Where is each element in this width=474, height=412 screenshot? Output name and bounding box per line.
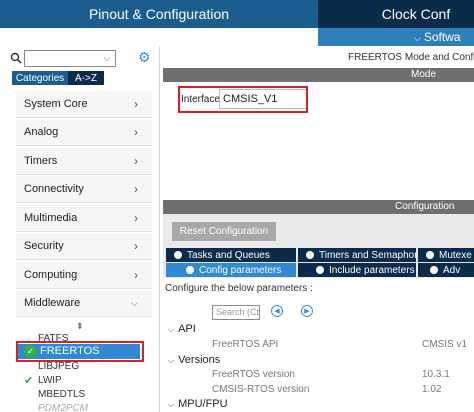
categories-button[interactable]: Categories: [12, 71, 68, 85]
category-label: System Core: [24, 98, 88, 110]
category-label: Multimedia: [24, 212, 78, 224]
chevron-right-icon: ›: [134, 125, 138, 139]
chevron-right-icon: ›: [134, 211, 138, 225]
parameter-search-input[interactable]: Search (Ctrl+F): [212, 305, 260, 320]
dot-icon: [174, 251, 182, 259]
dot-icon: [430, 266, 438, 274]
checkmark-icon: ✔: [24, 375, 34, 387]
tab-tasks-and-queues[interactable]: Tasks and Queues: [166, 248, 296, 262]
dot-icon: [186, 266, 194, 274]
search-icon: [10, 52, 22, 64]
category-label: Security: [24, 240, 64, 252]
category-system-core[interactable]: System Core ›: [16, 91, 152, 118]
mode-panel-title: FREERTOS Mode and Configur: [348, 52, 474, 63]
chevron-down-icon: ⌵: [131, 298, 138, 308]
parameter-name: CMSIS-RTOS version: [212, 384, 310, 395]
category-label: Timers: [24, 155, 58, 167]
category-timers[interactable]: Timers ›: [16, 148, 152, 175]
parameter-value[interactable]: CMSIS v1: [422, 339, 467, 350]
chevron-right-icon: ›: [134, 97, 138, 111]
section-versions[interactable]: ⌵ Versions: [168, 354, 220, 366]
parameter-name: FreeRTOS API: [212, 339, 279, 350]
search-placeholder: Search (Ctrl+F): [216, 307, 260, 317]
next-result-icon[interactable]: ▶: [301, 305, 313, 317]
category-label: Analog: [24, 126, 59, 138]
parameter-value: 1.02: [422, 384, 442, 395]
chevron-right-icon: ›: [134, 268, 138, 282]
middleware-item-lwip[interactable]: LWIP: [38, 375, 62, 386]
category-multimedia[interactable]: Multimedia ›: [16, 205, 152, 232]
category-connectivity[interactable]: Connectivity ›: [16, 176, 152, 203]
tab-config-parameters[interactable]: Config parameters: [166, 263, 296, 277]
category-label: Computing: [24, 269, 78, 281]
tab-advanced-settings[interactable]: Adv: [418, 263, 474, 277]
reset-configuration-button[interactable]: Reset Configuration: [172, 222, 276, 241]
chevron-right-icon: ›: [134, 154, 138, 168]
parameters-caption: Configure the below parameters :: [165, 283, 313, 294]
a-z-button[interactable]: A->Z: [68, 71, 104, 85]
tab-label: Include parameters: [329, 264, 415, 276]
tab-timers-and-semaphores[interactable]: Timers and Semaphores: [298, 248, 416, 262]
tab-label: Timers and Semaphores: [319, 249, 416, 261]
section-label: API: [178, 323, 196, 335]
middleware-item-libjpeg[interactable]: LIBJPEG: [38, 361, 79, 372]
category-middleware[interactable]: Middleware ⌵: [16, 290, 152, 317]
software-packs-menu[interactable]: ⌵ Softwa: [318, 28, 474, 46]
middleware-item-pdm2pcm[interactable]: PDM2PCM: [38, 403, 88, 412]
category-label: Middleware: [24, 297, 81, 309]
previous-result-icon[interactable]: ◀: [271, 305, 283, 317]
parameter-name: FreeRTOS version: [212, 369, 295, 380]
middleware-item-mbedtls[interactable]: MBEDTLS: [38, 389, 85, 400]
section-label: Versions: [178, 354, 221, 366]
section-mpu-fpu[interactable]: ⌵ MPU/FPU: [168, 398, 228, 410]
tab-mutexes[interactable]: Mutexe: [418, 248, 474, 262]
tab-pinout-configuration[interactable]: Pinout & Configuration: [0, 0, 318, 28]
tab-label: Adv: [443, 264, 461, 276]
tab-clock-configuration[interactable]: Clock Conf: [318, 0, 474, 28]
category-label: Connectivity: [24, 183, 84, 195]
dot-icon: [316, 266, 324, 274]
configuration-section-header: Configuration: [163, 200, 474, 214]
header-spacer: [0, 28, 318, 46]
chevron-right-icon: ›: [134, 182, 138, 196]
dot-icon: [426, 251, 434, 259]
dot-icon: [306, 251, 314, 259]
section-api[interactable]: ⌵ API: [168, 323, 196, 335]
section-label: MPU/FPU: [178, 398, 228, 410]
collapse-icon: ⌵: [168, 325, 175, 334]
tab-include-parameters[interactable]: Include parameters: [298, 263, 416, 277]
category-analog[interactable]: Analog ›: [16, 119, 152, 146]
highlight-box: [178, 86, 308, 113]
chevron-right-icon: ›: [134, 239, 138, 253]
chevron-down-icon: ⌵: [414, 33, 421, 43]
category-security[interactable]: Security ›: [16, 233, 152, 260]
category-computing[interactable]: Computing ›: [16, 262, 152, 289]
tab-label: Tasks and Queues: [187, 249, 270, 261]
tab-label: Config parameters: [199, 264, 282, 276]
mode-section-header: Mode: [163, 68, 474, 82]
sort-icon[interactable]: ⬍: [76, 321, 84, 332]
software-packs-label: Softwa: [423, 30, 461, 44]
collapse-icon: ⌵: [168, 400, 175, 409]
chevron-down-icon[interactable]: ⌵: [98, 50, 116, 67]
highlight-box: [16, 341, 144, 362]
parameter-value: 10.3.1: [422, 369, 450, 380]
tab-label: Mutexe: [439, 249, 472, 261]
collapse-icon: ⌵: [168, 356, 175, 365]
gear-icon[interactable]: ⚙: [138, 50, 152, 64]
